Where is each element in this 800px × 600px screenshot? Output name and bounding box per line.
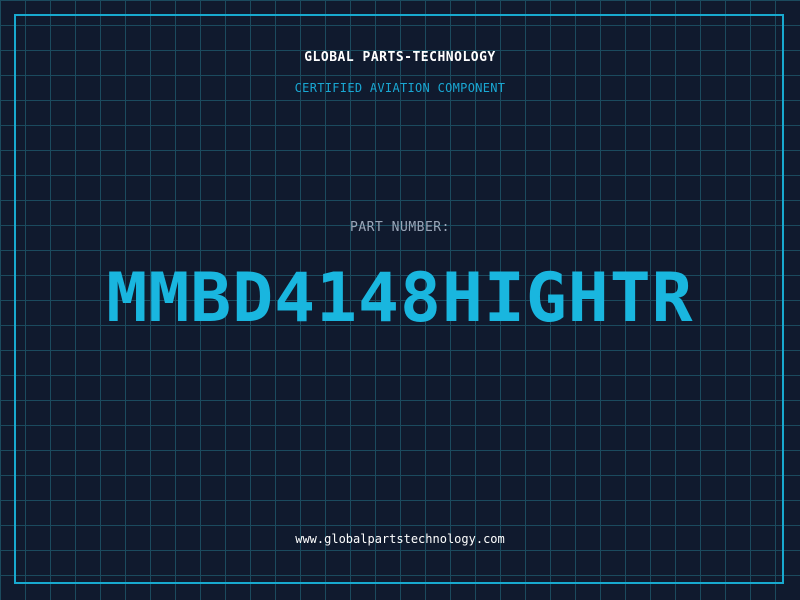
- brand-name: GLOBAL PARTS-TECHNOLOGY: [304, 50, 496, 65]
- part-number-value: MMBD4148HIGHTR: [106, 259, 694, 338]
- website-url: www.globalpartstechnology.com: [295, 532, 505, 546]
- brand-tagline: CERTIFIED AVIATION COMPONENT: [294, 81, 506, 95]
- part-number-label: PART NUMBER:: [350, 220, 450, 235]
